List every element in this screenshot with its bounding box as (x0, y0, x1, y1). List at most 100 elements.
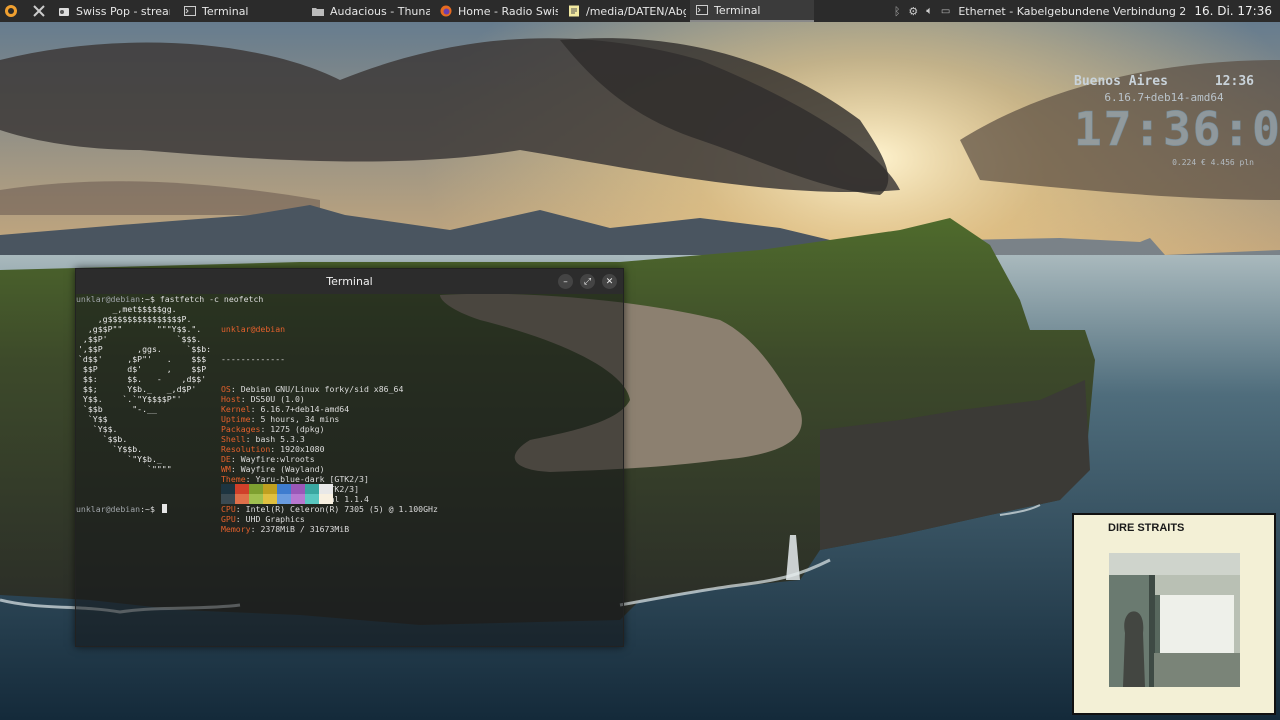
info-value: 2378MiB / 31673MiB (260, 524, 350, 534)
logo-line: `"Y$b._ (78, 454, 162, 464)
terminal-icon (184, 6, 196, 16)
info-value: Yaru-blue-dark [GTK2/3] (255, 474, 369, 484)
info-colon: : (270, 444, 281, 454)
command-text: fastfetch -c neofetch (159, 294, 264, 304)
info-colon: : (250, 524, 261, 534)
info-key: WM (221, 464, 231, 474)
palette-row-bright (221, 494, 333, 504)
top-panel: Swiss Pop - stream.sr... Terminal Audaci… (0, 0, 1280, 22)
logo-line: `"""" (78, 464, 172, 474)
info-colon: : (250, 404, 261, 414)
info-key: DE (221, 454, 231, 464)
info-key: Host (221, 394, 241, 404)
volume-icon[interactable]: 🔈︎ (926, 4, 933, 18)
settings-launcher-button[interactable] (28, 0, 50, 22)
palette-swatch (291, 484, 305, 494)
minimize-button[interactable]: – (558, 274, 573, 289)
info-key: Packages (221, 424, 261, 434)
info-value: 1920x1080 (280, 444, 325, 454)
palette-swatch (263, 494, 277, 504)
text-cursor (161, 504, 167, 513)
info-row: Theme: Yaru-blue-dark [GTK2/3] (221, 474, 438, 484)
terminal-window[interactable]: Terminal – ⤢ ✕ unklar@debian:~$ fastfetc… (75, 268, 624, 647)
info-row: Memory: 2378MiB / 31673MiB (221, 524, 438, 534)
album-art-widget[interactable]: DIRE STRAITS (1072, 513, 1276, 715)
info-colon: : (235, 514, 246, 524)
info-colon: : (230, 454, 241, 464)
album-band-name: DIRE STRAITS (1108, 522, 1185, 534)
info-row: OS: Debian GNU/Linux forky/sid x86_64 (221, 384, 438, 394)
bluetooth-icon[interactable]: ᛒ (894, 5, 901, 18)
logo-line: `$$b. (78, 434, 128, 444)
info-value: 6.16.7+deb14-amd64 (260, 404, 350, 414)
taskbar-item-terminal-2[interactable]: Terminal (690, 0, 814, 22)
palette-swatch (319, 484, 333, 494)
taskbar-item-text-editor[interactable]: /media/DATEN/Abgl... (562, 0, 686, 22)
info-separator: ------------- (221, 354, 286, 364)
palette-swatch (235, 484, 249, 494)
taskbar-item-label: Terminal (202, 4, 249, 18)
panel-clock[interactable]: 16. Di. 17:36 (1194, 4, 1272, 18)
ethernet-icon: ▭ (940, 5, 951, 17)
app-menu-button[interactable] (0, 0, 22, 22)
taskbar-item-label: Home - Radio Swiss P... (458, 4, 558, 18)
logo-line: _,met$$$$$gg. (78, 304, 177, 314)
digital-clock: 17:36:06 (1074, 102, 1280, 156)
info-colon: : (250, 414, 261, 424)
maximize-icon: ⤢ (583, 276, 592, 287)
window-title: Terminal (326, 275, 373, 288)
debian-ascii-logo: _,met$$$$$gg. ,g$$$$$$$$$$$$$$$P. ,g$$P"… (78, 304, 211, 474)
info-row: Resolution: 1920x1080 (221, 444, 438, 454)
info-value: DS50U (1.0) (250, 394, 305, 404)
logo-line: ,g$$$$$$$$$$$$$$$P. (78, 314, 192, 324)
info-colon: : (230, 384, 241, 394)
prompt-suffix: :~$ (140, 294, 160, 304)
network-manager-icon[interactable]: ⚙ (908, 5, 918, 18)
palette-swatch (221, 484, 235, 494)
palette-swatch (305, 484, 319, 494)
exchange-rate: 0.224 € 4.456 pln (1172, 158, 1254, 167)
info-colon: : (230, 464, 241, 474)
prompt-user: unklar@debian (76, 294, 141, 304)
logo-line: Y$$. `.`"Y$$$$P"' (78, 394, 182, 404)
info-colon: : (245, 474, 256, 484)
info-colon: : (245, 434, 256, 444)
terminal-titlebar[interactable]: Terminal – ⤢ ✕ (76, 269, 623, 294)
folder-icon (312, 8, 324, 16)
close-button[interactable]: ✕ (602, 274, 617, 289)
maximize-button[interactable]: ⤢ (580, 274, 595, 289)
radio-icon (59, 8, 69, 16)
info-colon: : (235, 504, 246, 514)
palette-swatch (249, 494, 263, 504)
color-palette (221, 484, 333, 504)
palette-row-normal (221, 484, 333, 494)
info-row: Shell: bash 5.3.3 (221, 434, 438, 444)
palette-swatch (249, 484, 263, 494)
palette-swatch (221, 494, 235, 504)
firefox-icon (440, 5, 452, 17)
tools-icon (33, 5, 45, 17)
taskbar-item-swiss-pop[interactable]: Swiss Pop - stream.sr... (52, 0, 170, 22)
terminal-icon (696, 5, 708, 15)
info-key: Memory (221, 524, 251, 534)
palette-swatch (277, 484, 291, 494)
conky-widget: Buenos Aires 12:36 6.16.7+deb14-amd64 17… (1074, 74, 1280, 167)
info-value: UHD Graphics (245, 514, 305, 524)
logo-line: `Y$$ (78, 414, 108, 424)
palette-swatch (305, 494, 319, 504)
app-menu-icon (5, 5, 17, 17)
info-value: Debian GNU/Linux forky/sid x86_64 (240, 384, 404, 394)
info-colon: : (240, 394, 251, 404)
taskbar-item-thunar[interactable]: Audacious - Thunar (306, 0, 430, 22)
active-prompt[interactable]: unklar@debian:~$ (76, 504, 167, 514)
info-value: bash 5.3.3 (255, 434, 305, 444)
taskbar-item-label: Terminal (714, 3, 761, 17)
network-status[interactable]: Ethernet - Kabelgebundene Verbindung 2 (958, 5, 1186, 18)
info-row: Uptime: 5 hours, 34 mins (221, 414, 438, 424)
logo-line: ,$$P' `$$$. (78, 334, 202, 344)
taskbar-item-terminal-1[interactable]: Terminal (178, 0, 298, 22)
logo-line: `Y$$. (78, 424, 118, 434)
prompt-suffix: :~$ (140, 504, 160, 514)
taskbar-item-firefox[interactable]: Home - Radio Swiss P... (434, 0, 558, 22)
info-row: Packages: 1275 (dpkg) (221, 424, 438, 434)
